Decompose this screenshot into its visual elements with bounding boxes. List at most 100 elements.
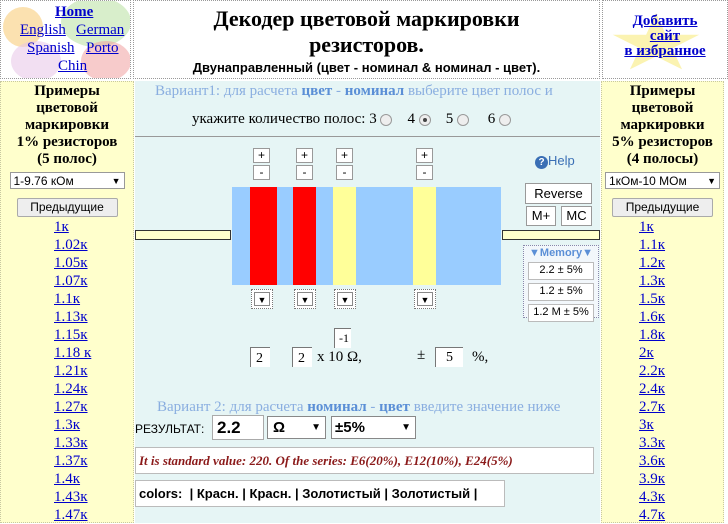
chinese-link[interactable]: Chin <box>58 58 87 75</box>
resistor-example-link[interactable]: 1.3к <box>639 273 665 289</box>
resistor-example-link[interactable]: 3.6к <box>639 453 665 469</box>
left-examples-panel: Примеры цветовой маркировки 1% резисторо… <box>0 81 134 523</box>
band-2[interactable] <box>293 187 316 285</box>
band-4[interactable] <box>413 187 436 285</box>
band-count-label: укажите количество полос: 3 <box>192 111 377 127</box>
page-title-line2: резисторов. <box>309 32 424 57</box>
resistor-example-link[interactable]: 1.4к <box>54 471 80 487</box>
list-item: 1.07к <box>1 272 133 290</box>
resistor-example-link[interactable]: 1.18 к <box>54 345 91 361</box>
memory-item[interactable]: 1.2 M ± 5% <box>528 304 594 322</box>
radio-6-bands[interactable] <box>498 113 511 126</box>
resistor-example-link[interactable]: 1.8к <box>639 327 665 343</box>
spanish-link[interactable]: Spanish <box>27 40 75 57</box>
band-1[interactable] <box>250 187 277 285</box>
v2-text: Вариант 2: для расчета <box>157 399 308 415</box>
favorites-line2[interactable]: сайт <box>650 28 680 44</box>
radio-5-bands[interactable] <box>456 113 469 126</box>
memory-title[interactable]: ▼Memory▼ <box>524 246 598 260</box>
resistor-example-link[interactable]: 1.24к <box>54 381 88 397</box>
resistor-example-link[interactable]: 2.4к <box>639 381 665 397</box>
multiplier-exponent: -1 <box>334 328 351 348</box>
resistor-example-link[interactable]: 1.2к <box>639 255 665 271</box>
resistor-example-link[interactable]: 1.07к <box>54 273 88 289</box>
resistor-example-link[interactable]: 1.27к <box>54 399 88 415</box>
resistor-example-link[interactable]: 1.5к <box>639 291 665 307</box>
resistor-example-link[interactable]: 4.7к <box>639 507 665 523</box>
divider <box>135 136 600 137</box>
favorites-line3[interactable]: в избранное <box>624 43 705 59</box>
band3-minus-button[interactable]: - <box>336 165 353 180</box>
resistor-example-link[interactable]: 2.2к <box>639 363 665 379</box>
band4-minus-button[interactable]: - <box>416 165 433 180</box>
memory-clear-button[interactable]: MC <box>561 206 592 226</box>
add-to-favorites-link[interactable]: Добавить сайт в избранное <box>603 14 727 59</box>
resistance-value-input[interactable]: 2.2 <box>212 415 264 440</box>
resistor-example-link[interactable]: 1.05к <box>54 255 88 271</box>
list-item: 4.3к <box>602 488 723 506</box>
home-link[interactable]: Home <box>55 4 93 21</box>
resistor-example-link[interactable]: 3.9к <box>639 471 665 487</box>
list-item: 1.3к <box>1 416 133 434</box>
right-prev-button[interactable]: Предыдущие <box>612 198 713 217</box>
resistor-example-link[interactable]: 1.13к <box>54 309 88 325</box>
help-link[interactable]: ? Help <box>535 153 575 169</box>
portuguese-link[interactable]: Porto <box>86 40 119 57</box>
german-link[interactable]: German <box>76 22 124 39</box>
resistor-example-link[interactable]: 2.7к <box>639 399 665 415</box>
percent-symbol: %, <box>472 349 489 365</box>
band3-plus-button[interactable]: + <box>336 148 353 163</box>
band2-color-dropdown[interactable]: ▼ <box>294 289 316 309</box>
favorites-line1[interactable]: Добавить <box>633 13 698 29</box>
left-range-select[interactable]: 1-9.76 кОм ▼ <box>9 172 125 189</box>
chevron-down-icon: ▼ <box>401 422 411 433</box>
band4-plus-button[interactable]: + <box>416 148 433 163</box>
resistor-example-link[interactable]: 1.21к <box>54 363 88 379</box>
radio-4-bands[interactable] <box>418 113 431 126</box>
band-3[interactable] <box>333 187 356 285</box>
right-range-select[interactable]: 1кОм-10 МОм ▼ <box>605 172 720 189</box>
band1-plus-button[interactable]: + <box>253 148 270 163</box>
reverse-button[interactable]: Reverse <box>525 183 592 204</box>
resistor-example-link[interactable]: 4.3к <box>639 489 665 505</box>
resistor-example-link[interactable]: 1.3к <box>54 417 80 433</box>
english-link[interactable]: English <box>20 22 66 39</box>
resistor-example-link[interactable]: 1.02к <box>54 237 88 253</box>
memory-add-button[interactable]: M+ <box>526 206 556 226</box>
v2-text-value: номинал <box>307 399 367 415</box>
memory-item[interactable]: 2.2 ± 5% <box>528 262 594 280</box>
resistor-example-link[interactable]: 1.1к <box>639 237 665 253</box>
resistor-example-link[interactable]: 3.3к <box>639 435 665 451</box>
left-title-line: маркировки <box>24 117 110 133</box>
radio-3-bands[interactable] <box>380 113 393 126</box>
ohm-symbol: Ω, <box>347 349 362 365</box>
unit-select[interactable]: Ω ▼ <box>267 416 326 439</box>
resistor-example-link[interactable]: 3к <box>639 417 654 433</box>
memory-item[interactable]: 1.2 ± 5% <box>528 283 594 301</box>
resistor-example-link[interactable]: 1.43к <box>54 489 88 505</box>
unit-value: Ω <box>273 419 286 436</box>
band1-color-dropdown[interactable]: ▼ <box>251 289 273 309</box>
left-prev-button[interactable]: Предыдущие <box>16 198 118 217</box>
band4-color-dropdown[interactable]: ▼ <box>414 289 436 309</box>
list-item: 1.15к <box>1 326 133 344</box>
band2-plus-button[interactable]: + <box>296 148 313 163</box>
resistor-example-link[interactable]: 1к <box>639 219 654 235</box>
resistor-example-link[interactable]: 2к <box>639 345 654 361</box>
left-panel-title: Примеры цветовой маркировки 1% резисторо… <box>1 83 133 168</box>
resistor-example-link[interactable]: 1.47к <box>54 507 88 523</box>
resistor-example-link[interactable]: 1.37к <box>54 453 88 469</box>
band-opt-6-label: 6 <box>487 111 496 127</box>
resistor-example-link[interactable]: 1.6к <box>639 309 665 325</box>
band2-minus-button[interactable]: - <box>296 165 313 180</box>
band3-color-dropdown[interactable]: ▼ <box>334 289 356 309</box>
resistor-example-link[interactable]: 1.15к <box>54 327 88 343</box>
band1-minus-button[interactable]: - <box>253 165 270 180</box>
v2-text-color: цвет <box>379 399 410 415</box>
color-name: Золотистый <box>302 486 381 501</box>
list-item: 1.4к <box>1 470 133 488</box>
resistor-example-link[interactable]: 1.33к <box>54 435 88 451</box>
tolerance-select[interactable]: ±5% ▼ <box>331 416 416 439</box>
resistor-example-link[interactable]: 1.1к <box>54 291 80 307</box>
resistor-example-link[interactable]: 1к <box>54 219 69 235</box>
